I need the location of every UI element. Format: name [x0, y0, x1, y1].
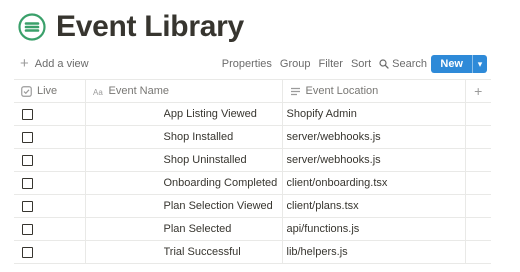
table-row[interactable]: App Listing Viewed Shopify Admin [14, 102, 491, 126]
event-location[interactable]: client/onboarding.tsx [287, 177, 465, 189]
event-location[interactable]: Shopify Admin [287, 108, 465, 120]
view-tools: Properties Group Filter Sort Search ··· [218, 52, 458, 76]
event-location[interactable]: client/plans.tsx [287, 200, 465, 212]
table-row[interactable]: Onboarding Completed client/onboarding.t… [14, 171, 491, 195]
plus-icon: + [20, 55, 29, 72]
text-property-icon: Aa [93, 88, 103, 97]
column-label: Event Location [305, 85, 379, 97]
column-header-event-location[interactable]: Event Location [282, 79, 466, 103]
column-header-event-name[interactable]: Aa Event Name [85, 79, 283, 103]
event-name[interactable]: Onboarding Completed [164, 177, 282, 189]
empty-cell [465, 171, 491, 195]
checkbox-icon [21, 85, 32, 97]
table-row[interactable]: Shop Uninstalled server/webhooks.js [14, 148, 491, 172]
empty-cell [465, 194, 491, 218]
event-location[interactable]: server/webhooks.js [287, 154, 465, 166]
search-label: Search [392, 58, 427, 70]
add-view-label: Add a view [34, 58, 89, 70]
empty-cell [465, 102, 491, 126]
empty-cell [465, 125, 491, 149]
empty-cell [465, 148, 491, 172]
event-name[interactable]: Plan Selection Viewed [164, 200, 282, 212]
add-column-button[interactable]: + [465, 79, 491, 103]
event-name[interactable]: App Listing Viewed [164, 108, 282, 120]
chevron-down-icon[interactable]: ▾ [472, 55, 487, 73]
empty-cell [465, 240, 491, 264]
properties-button[interactable]: Properties [218, 52, 276, 76]
event-name[interactable]: Trial Successful [164, 246, 282, 258]
search-button[interactable]: Search [375, 52, 431, 76]
live-checkbox[interactable] [22, 131, 33, 143]
live-checkbox[interactable] [22, 154, 33, 166]
svg-text:Aa: Aa [93, 88, 103, 97]
lines-icon [290, 87, 300, 95]
live-checkbox[interactable] [22, 223, 33, 235]
live-checkbox[interactable] [22, 177, 33, 189]
event-table: Live Aa Event Name Event Location + App … [14, 79, 491, 264]
event-name[interactable]: Shop Installed [164, 131, 282, 143]
empty-cell [465, 217, 491, 241]
page-title: Event Library [56, 10, 244, 43]
table-row[interactable]: Plan Selected api/functions.js [14, 217, 491, 241]
column-header-live[interactable]: Live [14, 79, 86, 103]
event-location[interactable]: lib/helpers.js [287, 246, 465, 258]
live-checkbox[interactable] [22, 108, 33, 120]
live-checkbox[interactable] [22, 200, 33, 212]
logo-icon [18, 13, 46, 41]
plus-icon: + [474, 83, 483, 99]
event-location[interactable]: api/functions.js [287, 223, 465, 235]
event-location[interactable]: server/webhooks.js [287, 131, 465, 143]
new-button[interactable]: New [431, 55, 472, 73]
event-name[interactable]: Plan Selected [164, 223, 282, 235]
page-header: Event Library [18, 8, 244, 46]
search-icon [379, 59, 389, 69]
view-toolbar: + Add a view Properties Group Filter Sor… [0, 52, 520, 76]
add-view-button[interactable]: + Add a view [20, 52, 89, 76]
group-button[interactable]: Group [276, 52, 315, 76]
event-name[interactable]: Shop Uninstalled [164, 154, 282, 166]
table-row[interactable]: Trial Successful lib/helpers.js [14, 240, 491, 264]
column-label: Live [37, 85, 58, 97]
column-label: Event Name [108, 85, 170, 97]
sort-button[interactable]: Sort [347, 52, 375, 76]
new-button-group: New ▾ [431, 55, 487, 73]
live-checkbox[interactable] [22, 246, 33, 258]
filter-button[interactable]: Filter [315, 52, 347, 76]
table-row[interactable]: Shop Installed server/webhooks.js [14, 125, 491, 149]
table-header-row: Live Aa Event Name Event Location + [14, 79, 491, 103]
table-row[interactable]: Plan Selection Viewed client/plans.tsx [14, 194, 491, 218]
